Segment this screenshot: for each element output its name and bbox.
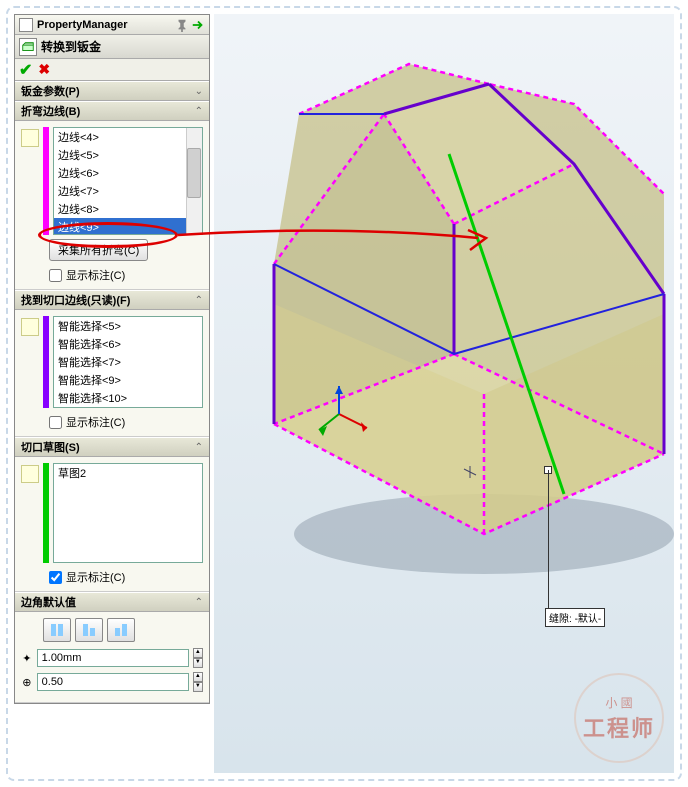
ratio-icon: ⊕ [21,673,33,691]
corner-type-1-button[interactable] [43,618,71,642]
section-rip-edges[interactable]: 找到切口边线(只读)(F) ⌃ [15,290,209,310]
list-item[interactable]: 草图2 [54,464,202,482]
show-callout-checkbox-1[interactable] [49,269,62,282]
list-item[interactable]: 边线<4> [54,128,202,146]
section-rip-sketch[interactable]: 切口草图(S) ⌃ [15,437,209,457]
corner-type-2-button[interactable] [75,618,103,642]
show-callout-label: 显示标注(C) [66,414,125,430]
section-bend-edges[interactable]: 折弯边线(B) ⌃ [15,101,209,121]
gap-input[interactable] [37,649,189,667]
rip-sketch-body: 草图2 显示标注(C) [15,457,209,592]
3d-viewport[interactable] [214,14,674,773]
list-item[interactable]: 智能选择<10> [54,389,202,407]
scrollbar[interactable] [186,128,202,234]
gap-spinner[interactable]: ▲▼ [193,648,203,668]
list-item[interactable]: 智能选择<9> [54,371,202,389]
feature-title: 转换到钣金 [41,38,101,55]
collect-bends-button[interactable]: 采集所有折弯(C) [49,239,148,261]
arrow-icon[interactable] [191,18,205,32]
pin-icon[interactable] [175,18,189,32]
cancel-button[interactable]: ✖ [38,61,50,78]
rip-edges-listbox[interactable]: 智能选择<5> 智能选择<6> 智能选择<7> 智能选择<9> 智能选择<10> [53,316,203,408]
ok-button[interactable]: ✔ [19,60,32,80]
gap-icon: ✦ [21,649,33,667]
ratio-input[interactable] [37,673,189,691]
show-callout-label: 显示标注(C) [66,569,125,585]
callout-leader [548,470,549,610]
feature-bar: 转换到钣金 [15,35,209,59]
color-bar-purple [43,316,49,408]
list-item[interactable]: 边线<6> [54,164,202,182]
corner-type-3-button[interactable] [107,618,135,642]
list-item[interactable]: 智能选择<5> [54,317,202,335]
list-item[interactable]: 边线<7> [54,182,202,200]
corner-defaults-body: ✦ ▲▼ ⊕ ▲▼ [15,612,209,703]
chevron-up-icon: ⌃ [195,442,203,453]
chevron-up-icon: ⌃ [195,106,203,117]
gap-callout[interactable]: 缝隙: -默认- [545,608,605,627]
section-sheet-params[interactable]: 钣金参数(P) ⌄ [15,81,209,101]
list-item-selected[interactable]: 边线<9> [54,218,202,235]
ratio-spinner[interactable]: ▲▼ [193,672,203,692]
pm-titlebar: PropertyManager [15,15,209,35]
color-bar-green [43,463,49,563]
section-corner-defaults[interactable]: 边角默认值 ⌃ [15,592,209,612]
property-manager-panel: PropertyManager 转换到钣金 ✔ ✖ 钣金参数(P) ⌄ 折弯边线… [14,14,210,704]
list-item[interactable]: 边线<5> [54,146,202,164]
show-callout-checkbox-2[interactable] [49,416,62,429]
list-item[interactable]: 智能选择<6> [54,335,202,353]
ok-cancel-bar: ✔ ✖ [15,59,209,81]
selection-icon [21,129,39,147]
show-callout-checkbox-3[interactable] [49,571,62,584]
chevron-down-icon: ⌄ [195,86,203,97]
bend-edges-listbox[interactable]: 边线<4> 边线<5> 边线<6> 边线<7> 边线<8> 边线<9> [53,127,203,235]
chevron-up-icon: ⌃ [195,597,203,608]
list-item[interactable]: 边线<8> [54,200,202,218]
selection-icon [21,318,39,336]
chevron-up-icon: ⌃ [195,295,203,306]
color-bar-magenta [43,127,49,235]
pm-title-icon [19,18,33,32]
convert-sheetmetal-icon [19,38,37,56]
rip-edges-body: 智能选择<5> 智能选择<6> 智能选择<7> 智能选择<9> 智能选择<10>… [15,310,209,437]
list-item[interactable]: 智能选择<7> [54,353,202,371]
pm-title-text: PropertyManager [37,19,173,31]
show-callout-label: 显示标注(C) [66,267,125,283]
selection-icon [21,465,39,483]
bend-edges-body: 边线<4> 边线<5> 边线<6> 边线<7> 边线<8> 边线<9> 采集所有… [15,121,209,290]
watermark: 小 國 工程师 [574,673,664,763]
rip-sketch-listbox[interactable]: 草图2 [53,463,203,563]
3d-model [224,54,674,614]
